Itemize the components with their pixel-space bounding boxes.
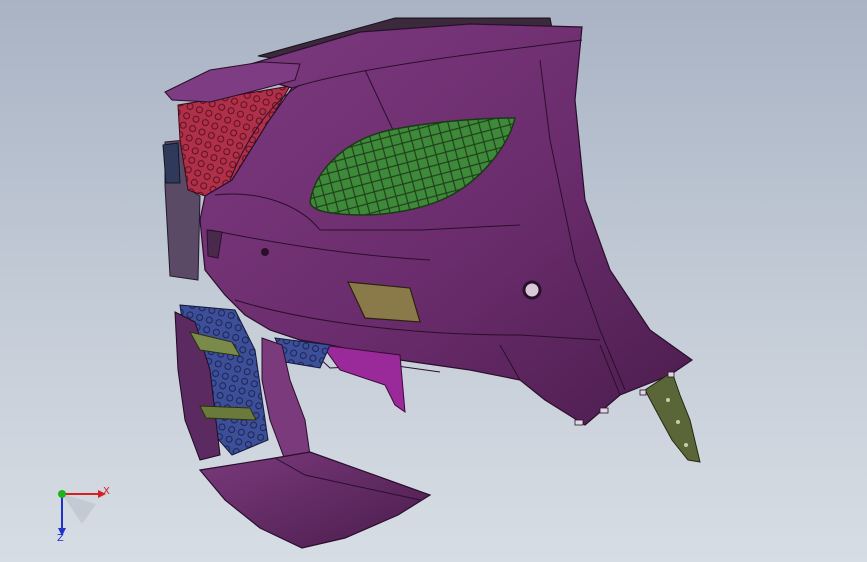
triad-plane — [62, 494, 96, 524]
lower-diffuser[interactable] — [198, 451, 432, 549]
inner-bracket-panel[interactable] — [320, 344, 406, 414]
side-mount-bracket[interactable] — [644, 371, 701, 463]
sensor-hole-left[interactable] — [261, 248, 269, 256]
bumper-model[interactable] — [0, 0, 867, 562]
z-axis-label: Z — [57, 533, 64, 544]
graphics-viewport[interactable]: X Z — [0, 0, 867, 562]
y-axis-dot — [58, 490, 66, 498]
x-axis-label: X — [103, 486, 110, 497]
tow-hook-cover[interactable] — [522, 280, 542, 300]
lamp-housing-face[interactable] — [162, 142, 181, 184]
reference-triad: X Z — [40, 478, 120, 548]
lower-fin-lower[interactable] — [199, 405, 257, 421]
